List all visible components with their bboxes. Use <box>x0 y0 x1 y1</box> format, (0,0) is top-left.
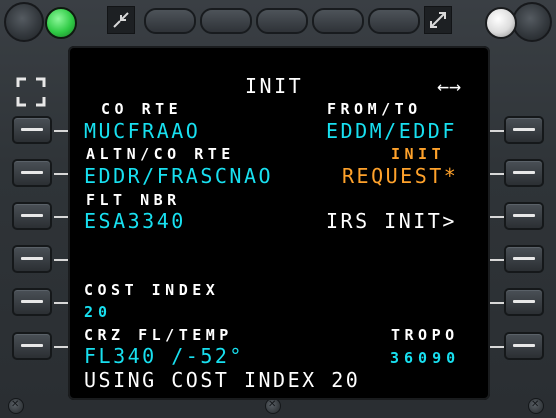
brightness-knob-icon[interactable] <box>512 2 552 42</box>
lsk-tick <box>488 173 504 175</box>
brightness-knob-icon[interactable] <box>4 2 44 42</box>
page-title: INIT <box>245 74 304 98</box>
lsk-4l[interactable] <box>12 245 52 273</box>
cost-index-value[interactable]: 20 <box>84 305 112 320</box>
lsk-tick <box>488 302 504 304</box>
lsk-5l[interactable] <box>12 288 52 316</box>
init-request-value[interactable]: REQUEST* <box>342 166 458 186</box>
screw-icon <box>8 398 24 414</box>
flt-nbr-value[interactable]: ESA3340 <box>84 211 186 231</box>
cost-index-label: COST INDEX <box>84 281 220 299</box>
top-key-5[interactable] <box>368 8 420 34</box>
expand-arrows-icon[interactable] <box>424 6 452 34</box>
top-key-1[interactable] <box>144 8 196 34</box>
lsk-3l[interactable] <box>12 202 52 230</box>
lsk-tick <box>488 259 504 261</box>
mcdu-bezel: INIT ←→ CO RTE MUCFRAAO FROM/TO EDDM/EDD… <box>0 0 556 418</box>
lsk-6l[interactable] <box>12 332 52 360</box>
crz-fl-temp-value[interactable]: FL340 /-52° <box>84 346 244 366</box>
tropo-value[interactable]: 36090 <box>390 351 460 366</box>
lsk-5r[interactable] <box>504 288 544 316</box>
flt-nbr-label: FLT NBR <box>86 191 181 209</box>
from-to-value[interactable]: EDDM/EDDF <box>326 121 457 141</box>
lsk-2r[interactable] <box>504 159 544 187</box>
from-to-label: FROM/TO <box>327 100 422 118</box>
init-request-label: INIT <box>391 145 446 163</box>
altn-co-rte-value[interactable]: EDDR/FRASCNAO <box>84 166 273 186</box>
lsk-4r[interactable] <box>504 245 544 273</box>
irs-init-prompt[interactable]: IRS INIT> <box>326 211 457 231</box>
screw-icon <box>528 398 544 414</box>
lsk-tick <box>488 346 504 348</box>
lsk-1r[interactable] <box>504 116 544 144</box>
indicator-lamp <box>485 7 517 39</box>
page-slew-arrows-icon[interactable]: ←→ <box>437 76 461 96</box>
lsk-tick <box>488 216 504 218</box>
co-rte-value[interactable]: MUCFRAAO <box>84 121 200 141</box>
compress-arrows-icon[interactable] <box>107 6 135 34</box>
crz-fl-temp-label: CRZ FL/TEMP <box>84 326 233 344</box>
fullscreen-frame-icon[interactable] <box>16 77 46 107</box>
lsk-2l[interactable] <box>12 159 52 187</box>
lsk-1l[interactable] <box>12 116 52 144</box>
altn-co-rte-label: ALTN/CO RTE <box>86 145 235 163</box>
top-key-4[interactable] <box>312 8 364 34</box>
lsk-3r[interactable] <box>504 202 544 230</box>
co-rte-label: CO RTE <box>101 100 183 118</box>
top-key-2[interactable] <box>200 8 252 34</box>
screw-icon <box>265 398 281 414</box>
lsk-tick <box>488 130 504 132</box>
tropo-label: TROPO <box>391 326 459 344</box>
fm-status-lamp <box>45 7 77 39</box>
top-key-3[interactable] <box>256 8 308 34</box>
lsk-6r[interactable] <box>504 332 544 360</box>
scratchpad: USING COST INDEX 20 <box>84 368 361 392</box>
